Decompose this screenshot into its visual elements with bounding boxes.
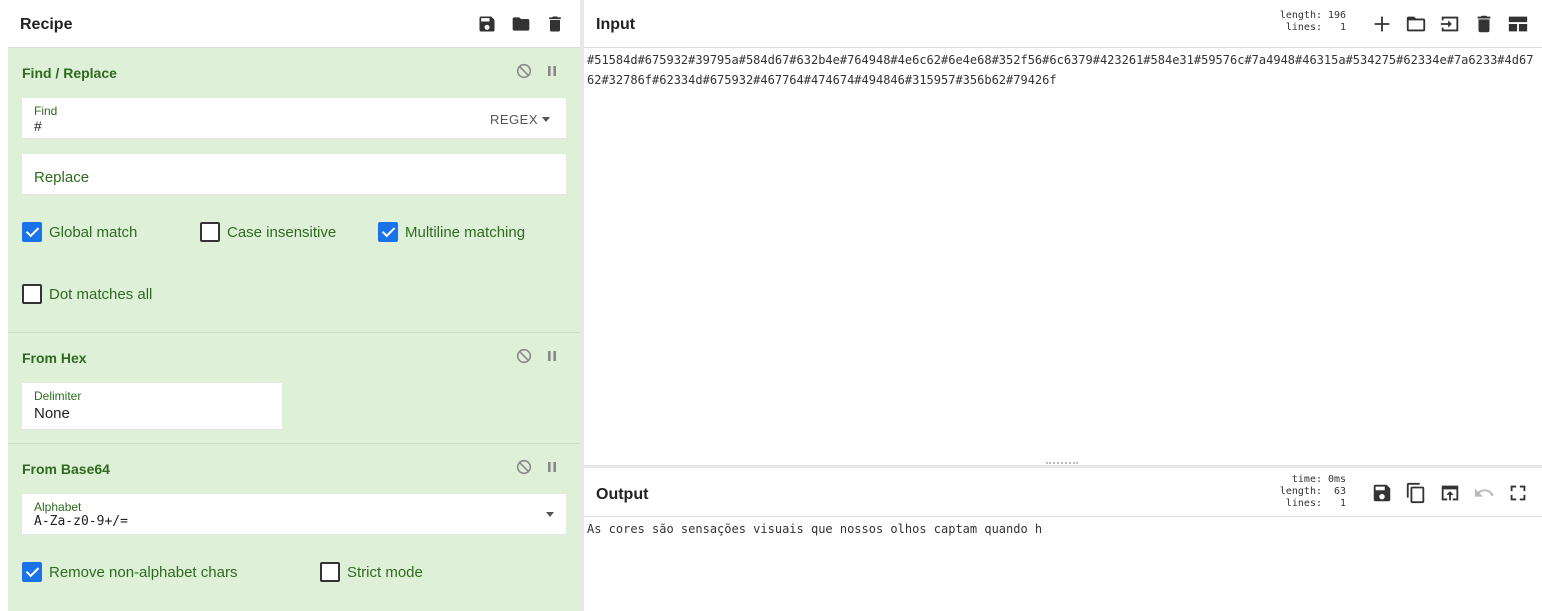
- recipe-pane: Recipe Find / Replace Find # REGEX Repla…: [8, 0, 580, 611]
- move-up-icon: [1441, 485, 1459, 501]
- folder-icon: [1406, 16, 1426, 32]
- output-time-value: 0ms: [1328, 474, 1347, 485]
- replace-input-button[interactable]: [1438, 481, 1462, 505]
- undo-icon: [1474, 488, 1494, 497]
- op-from-hex: From Hex Delimiter None: [8, 333, 580, 444]
- output-pane: Output time: 0ms length: 63 lines: 1 As cor…: [584, 468, 1542, 611]
- input-title: Input: [596, 16, 636, 33]
- input-pane: Input length: 196 lines: 1 #51584d#675932#…: [584, 0, 1542, 465]
- output-length-label: length:: [1279, 486, 1322, 497]
- recipe-header: Recipe: [8, 0, 580, 48]
- folder-icon: [512, 17, 530, 31]
- global-match-box[interactable]: [22, 222, 42, 242]
- op-from-hex-controls: [516, 348, 560, 364]
- undo-button[interactable]: [1472, 481, 1496, 505]
- op-from-base64-controls: [516, 459, 560, 475]
- strict-mode-checkbox[interactable]: Strict mode: [320, 562, 423, 582]
- save-icon: [1373, 484, 1391, 502]
- replace-input[interactable]: Replace: [34, 169, 89, 186]
- op-from-hex-title: From Hex: [22, 350, 87, 366]
- dot-all-box[interactable]: [22, 284, 42, 304]
- save-recipe-button[interactable]: [476, 13, 498, 35]
- input-length-value: 196: [1328, 10, 1347, 21]
- alphabet-field[interactable]: Alphabet A-Za-z0-9+/=: [22, 494, 566, 535]
- strict-mode-box[interactable]: [320, 562, 340, 582]
- input-length-label: length:: [1279, 10, 1322, 21]
- output-length-value: 63: [1333, 486, 1346, 497]
- output-text: As cores são sensações visuais que nosso…: [587, 522, 1043, 536]
- open-folder-button[interactable]: [1438, 12, 1462, 36]
- input-lines-label: lines:: [1285, 22, 1322, 33]
- disable-icon[interactable]: [516, 348, 532, 364]
- recipe-toolbar: [476, 13, 566, 35]
- delimiter-label: Delimiter: [34, 389, 82, 403]
- find-input[interactable]: #: [34, 118, 42, 134]
- output-time-label: time:: [1291, 474, 1322, 485]
- input-toolbar: [1370, 12, 1530, 36]
- maximize-output-button[interactable]: [1506, 481, 1530, 505]
- remove-non-alpha-checkbox[interactable]: Remove non-alphabet chars: [22, 562, 237, 582]
- op-find-replace-title: Find / Replace: [22, 65, 117, 81]
- fullscreen-icon: [1510, 485, 1526, 501]
- op-find-replace: Find / Replace Find # REGEX Replace Glob…: [8, 48, 580, 333]
- global-match-checkbox[interactable]: Global match: [22, 222, 137, 242]
- op-from-base64: From Base64 Alphabet A-Za-z0-9+/= Remove…: [8, 444, 580, 611]
- output-toolbar: [1370, 481, 1530, 505]
- delimiter-field[interactable]: Delimiter None: [22, 383, 282, 430]
- alphabet-select[interactable]: A-Za-z0-9+/=: [34, 514, 128, 529]
- reset-layout-button[interactable]: [1506, 12, 1530, 36]
- plus-icon: [1374, 16, 1390, 32]
- dot-all-label: Dot matches all: [49, 285, 153, 303]
- recipe-title: Recipe: [20, 16, 73, 33]
- save-output-button[interactable]: [1370, 481, 1394, 505]
- clear-input-button[interactable]: [1472, 12, 1496, 36]
- delimiter-select[interactable]: None: [34, 405, 70, 422]
- trash-icon: [1477, 15, 1491, 33]
- chevron-down-icon[interactable]: [546, 512, 554, 517]
- input-header: Input length: 196 lines: 1: [584, 0, 1542, 48]
- add-input-button[interactable]: [1370, 12, 1394, 36]
- alphabet-label: Alphabet: [34, 500, 82, 514]
- output-lines-label: lines:: [1285, 498, 1322, 509]
- remove-non-alpha-label: Remove non-alphabet chars: [49, 563, 238, 581]
- dot-all-checkbox[interactable]: Dot matches all: [22, 284, 152, 304]
- pause-icon[interactable]: [544, 348, 560, 364]
- layout-icon: [1508, 16, 1528, 32]
- output-stats: time: 0ms length: 63 lines: 1: [1280, 474, 1346, 510]
- case-insensitive-box[interactable]: [200, 222, 220, 242]
- splitter-handle[interactable]: [1046, 462, 1078, 467]
- input-textarea[interactable]: #51584d#675932#39795a#584d67#632b4e#7649…: [587, 50, 1534, 90]
- case-insensitive-label: Case insensitive: [227, 223, 337, 241]
- disable-icon[interactable]: [516, 459, 532, 475]
- output-title: Output: [596, 486, 649, 503]
- multiline-label: Multiline matching: [405, 223, 526, 241]
- clear-recipe-button[interactable]: [544, 13, 566, 35]
- op-find-replace-controls: [516, 63, 560, 79]
- pause-icon[interactable]: [544, 63, 560, 79]
- save-icon: [479, 16, 495, 32]
- remove-non-alpha-box[interactable]: [22, 562, 42, 582]
- disable-icon[interactable]: [516, 63, 532, 79]
- op-from-base64-title: From Base64: [22, 461, 110, 477]
- pause-icon[interactable]: [544, 459, 560, 475]
- replace-field[interactable]: Replace: [22, 154, 566, 195]
- find-field[interactable]: Find # REGEX: [22, 98, 566, 139]
- import-icon: [1440, 16, 1459, 32]
- copy-icon: [1406, 482, 1425, 504]
- input-lines-value: 1: [1339, 22, 1346, 33]
- find-label: Find: [34, 104, 58, 118]
- copy-output-button[interactable]: [1404, 481, 1428, 505]
- load-recipe-button[interactable]: [510, 13, 532, 35]
- input-stats: length: 196 lines: 1: [1280, 10, 1346, 34]
- case-insensitive-checkbox[interactable]: Case insensitive: [200, 222, 336, 242]
- multiline-checkbox[interactable]: Multiline matching: [378, 222, 525, 242]
- open-file-button[interactable]: [1404, 12, 1428, 36]
- multiline-box[interactable]: [378, 222, 398, 242]
- global-match-label: Global match: [49, 223, 138, 241]
- strict-mode-label: Strict mode: [347, 563, 423, 581]
- trash-icon: [549, 16, 561, 32]
- find-mode-dropdown[interactable]: REGEX: [490, 112, 550, 127]
- output-header: Output time: 0ms length: 63 lines: 1: [584, 468, 1542, 517]
- output-lines-value: 1: [1339, 498, 1346, 509]
